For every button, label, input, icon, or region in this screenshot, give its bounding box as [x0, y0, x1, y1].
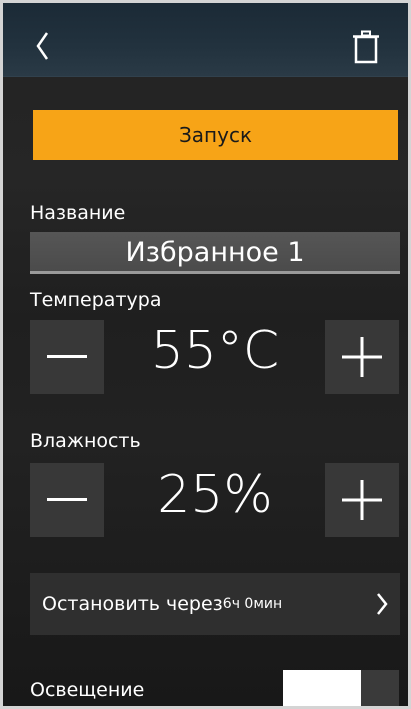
temperature-increment-button[interactable] [325, 320, 399, 394]
humidity-value: 25% [157, 465, 273, 525]
minus-icon [47, 498, 87, 501]
stop-timer-button[interactable]: Остановить через 6ч 0мин [30, 573, 400, 635]
minus-icon [47, 355, 87, 358]
chevron-right-icon [377, 593, 388, 615]
toggle-knob [283, 670, 361, 706]
humidity-decrement-button[interactable] [30, 463, 104, 537]
temperature-value: 55°C [150, 321, 280, 381]
back-button[interactable] [29, 29, 55, 63]
name-label: Название [30, 202, 126, 224]
name-field[interactable]: Избранное 1 [30, 232, 400, 274]
humidity-label: Влажность [30, 430, 141, 452]
trash-icon [353, 30, 379, 64]
lighting-toggle[interactable] [283, 670, 399, 706]
stop-timer-value: 6ч 0мин [222, 596, 283, 612]
lighting-label: Освещение [30, 679, 145, 701]
start-button[interactable]: Запуск [33, 110, 398, 160]
chevron-left-icon [36, 32, 49, 60]
header-bar [3, 3, 408, 77]
temperature-label: Температура [30, 289, 162, 311]
plus-icon [342, 480, 382, 520]
plus-icon [342, 337, 382, 377]
delete-button[interactable] [349, 29, 383, 65]
temperature-decrement-button[interactable] [30, 320, 104, 394]
favorite-settings-screen: Запуск Название Избранное 1 Температура … [0, 0, 411, 709]
humidity-increment-button[interactable] [325, 463, 399, 537]
stop-timer-label: Остановить через [42, 593, 223, 615]
